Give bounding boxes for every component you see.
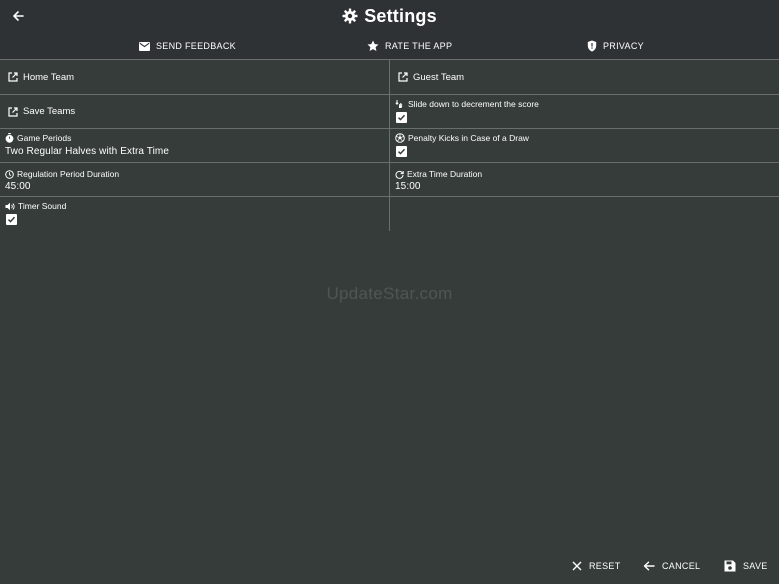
timer-refresh-icon: [395, 170, 404, 179]
extra-time-duration-label-row: Extra Time Duration: [395, 169, 482, 179]
page-title: Settings: [364, 5, 437, 26]
soccer-ball-icon: [395, 133, 405, 143]
open-external-icon: [8, 72, 18, 82]
settings-row: Regulation Period Duration 45:00 Extra T…: [0, 163, 779, 197]
clock-icon: [5, 169, 14, 179]
game-periods-label-row: Game Periods: [5, 133, 71, 143]
shield-icon: [587, 40, 597, 52]
close-icon: [572, 561, 582, 571]
guest-team-label: Guest Team: [413, 71, 465, 83]
extra-time-duration-label: Extra Time Duration: [407, 169, 483, 179]
send-feedback-label: SEND FEEDBACK: [156, 41, 236, 51]
slide-down-setting: Slide down to decrement the score: [390, 95, 779, 128]
regulation-duration-value: 45:00: [5, 181, 31, 192]
slide-down-label-row: Slide down to decrement the score: [395, 99, 539, 109]
reset-button[interactable]: RESET: [572, 558, 621, 574]
cancel-label: CANCEL: [662, 561, 701, 571]
settings-row: Game Periods Two Regular Halves with Ext…: [0, 129, 779, 163]
star-icon: [367, 40, 379, 51]
checkmark-icon: [397, 114, 406, 121]
slide-down-checkbox[interactable]: [396, 112, 407, 123]
extra-time-duration-setting[interactable]: Extra Time Duration 15:00: [390, 163, 779, 196]
settings-row: Timer Sound: [0, 197, 779, 231]
regulation-duration-setting[interactable]: Regulation Period Duration 45:00: [0, 163, 390, 196]
watermark-text: UpdateStar.com: [326, 284, 453, 303]
reset-label: RESET: [589, 561, 621, 571]
checkmark-icon: [7, 216, 16, 223]
open-external-icon: [8, 106, 18, 117]
slide-down-label: Slide down to decrement the score: [408, 99, 539, 109]
timer-sound-label: Timer Sound: [18, 201, 67, 211]
regulation-duration-label: Regulation Period Duration: [17, 169, 120, 179]
stopwatch-icon: [5, 133, 14, 143]
penalty-kicks-label-row: Penalty Kicks in Case of a Draw: [395, 133, 529, 143]
extra-time-duration-value: 15:00: [395, 181, 421, 192]
penalty-kicks-setting: Penalty Kicks in Case of a Draw: [390, 129, 779, 162]
guest-team-link[interactable]: Guest Team: [390, 60, 779, 94]
settings-grid: Home Team Guest Team Save Teams Slide do…: [0, 60, 779, 231]
timer-sound-label-row: Timer Sound: [5, 201, 66, 211]
penalty-kicks-checkbox[interactable]: [396, 146, 407, 157]
save-label: SAVE: [743, 561, 768, 571]
game-periods-setting[interactable]: Game Periods Two Regular Halves with Ext…: [0, 129, 390, 162]
privacy-button[interactable]: PRIVACY: [587, 38, 644, 54]
gear-icon: [342, 8, 358, 24]
penalty-kicks-label: Penalty Kicks in Case of a Draw: [408, 133, 529, 143]
settings-row: Save Teams Slide down to decrement the s…: [0, 95, 779, 129]
open-external-icon: [398, 72, 408, 82]
save-teams-label: Save Teams: [23, 106, 76, 117]
app-header: Settings SEND FEEDBACK RATE THE APP PRIV…: [0, 0, 779, 59]
game-periods-value: Two Regular Halves with Extra Time: [5, 146, 170, 157]
cancel-button[interactable]: CANCEL: [643, 558, 700, 574]
home-team-link[interactable]: Home Team: [0, 60, 390, 94]
save-button[interactable]: SAVE: [724, 558, 768, 574]
arrow-left-icon: [643, 561, 655, 571]
home-team-label: Home Team: [23, 71, 75, 83]
regulation-duration-label-row: Regulation Period Duration: [5, 169, 119, 179]
settings-row: Home Team Guest Team: [0, 60, 779, 95]
send-feedback-button[interactable]: SEND FEEDBACK: [139, 38, 236, 54]
floppy-disk-icon: [724, 560, 736, 572]
mail-icon: [139, 41, 150, 51]
speaker-icon: [5, 202, 15, 210]
game-periods-label: Game Periods: [17, 133, 72, 143]
empty-cell: [390, 197, 779, 231]
privacy-label: PRIVACY: [603, 41, 644, 51]
timer-sound-checkbox[interactable]: [6, 214, 17, 225]
save-teams-link[interactable]: Save Teams: [0, 95, 390, 128]
rate-app-button[interactable]: RATE THE APP: [367, 38, 452, 54]
timer-sound-setting: Timer Sound: [0, 197, 390, 231]
rate-app-label: RATE THE APP: [385, 41, 453, 51]
checkmark-icon: [397, 148, 406, 155]
swipe-gesture-icon: [395, 100, 403, 108]
